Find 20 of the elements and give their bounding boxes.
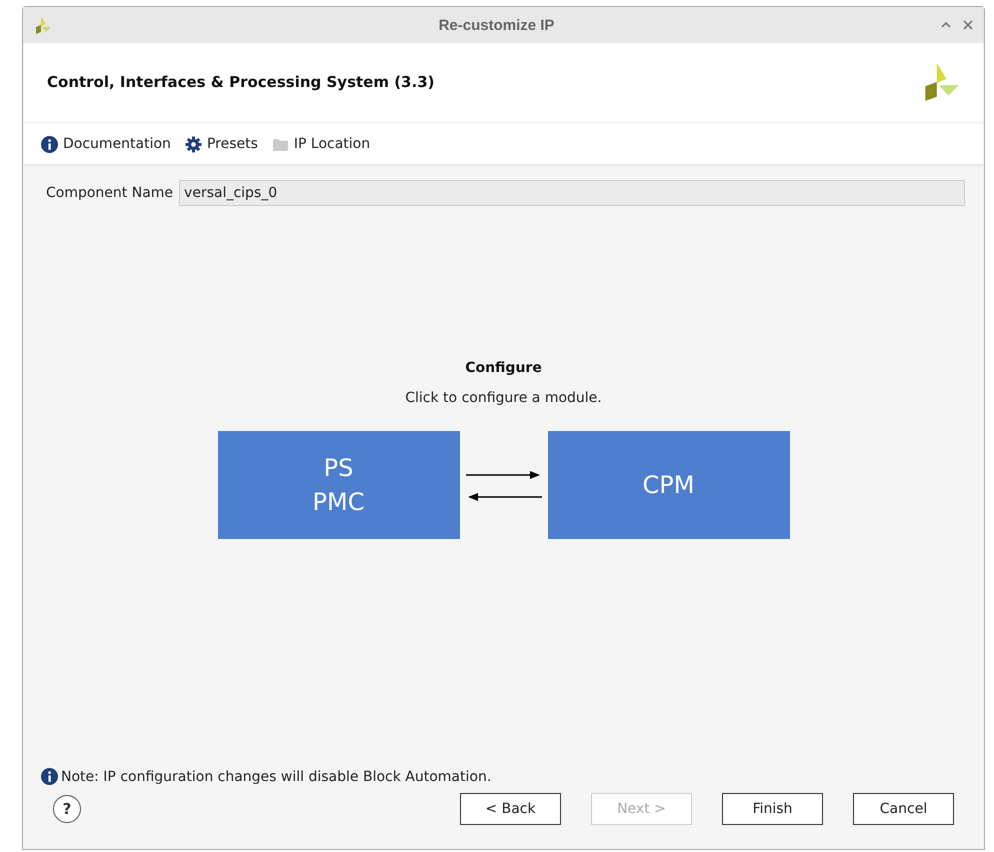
header-title: Control, Interfaces & Processing System (3.3)	[47, 73, 434, 91]
component-name-field[interactable]: versal_cips_0	[179, 180, 965, 206]
dialog-button[interactable]: < Back	[460, 793, 561, 825]
dialog-button[interactable]: Cancel	[853, 793, 954, 825]
configure-title: Configure	[465, 360, 542, 376]
toolbar-link[interactable]: Presets	[184, 136, 258, 152]
field-label: Component Name	[46, 185, 174, 201]
toolbar-link[interactable]: Documentation	[41, 136, 171, 152]
module-block[interactable]: PS PMC	[218, 431, 460, 539]
help-button[interactable]: ?	[53, 795, 81, 823]
dialog-button[interactable]: Finish	[722, 793, 823, 825]
note-text: Note: IP configuration changes will disable Block Automation.	[61, 768, 492, 784]
configure-subtitle: Click to configure a module.	[405, 390, 602, 406]
module-block[interactable]: CPM	[548, 431, 790, 539]
info-icon	[41, 136, 58, 152]
info-icon	[41, 768, 58, 785]
window-title: Re-customize IP	[438, 16, 556, 34]
logo-icon	[33, 15, 53, 35]
close-icon[interactable]	[962, 19, 974, 31]
toolbar-link[interactable]: IP Location	[272, 136, 370, 152]
